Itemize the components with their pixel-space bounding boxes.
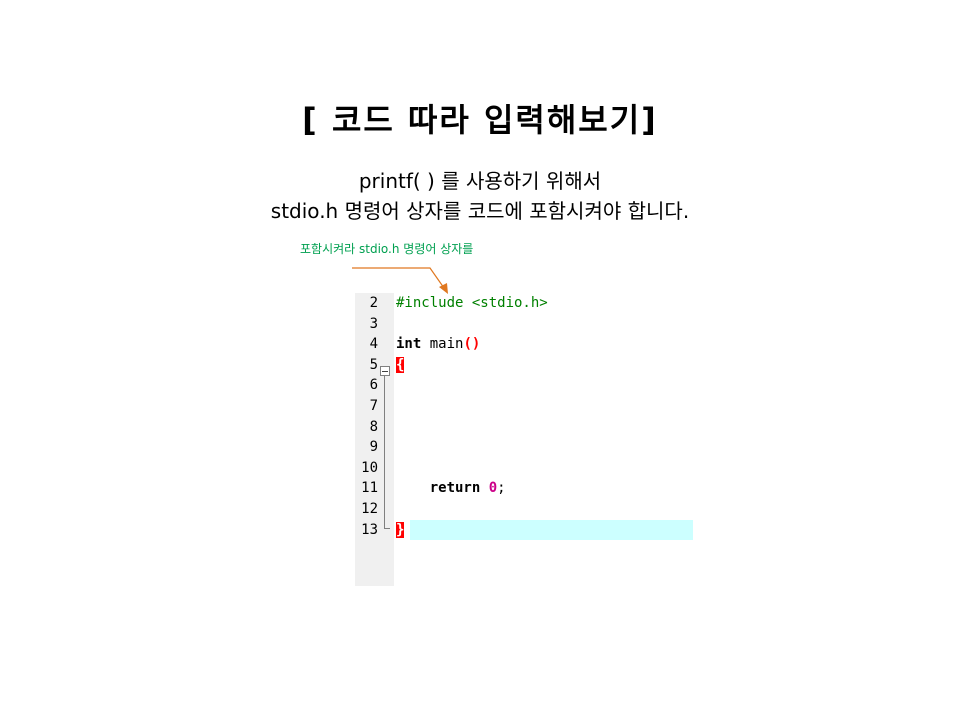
close-brace: } [396,521,405,538]
code-text: return 0; [396,478,506,499]
code-line-4[interactable]: 4 int main() [355,334,693,355]
line-number: 5 [369,356,378,373]
line-number: 4 [369,336,378,353]
code-line-6[interactable]: 6 [355,375,693,396]
line-number: 6 [369,377,378,394]
code-line-8[interactable]: 8 [355,417,693,438]
code-line-13[interactable]: 13 } [355,519,693,541]
line-number: 13 [361,521,378,538]
code-line-5[interactable]: 5 { [355,355,693,376]
function-name: main [421,336,464,353]
semicolon: ; [497,480,506,497]
parentheses: () [463,336,481,353]
fold-guide-end [384,528,390,529]
line-number: 2 [369,295,378,311]
code-editor[interactable]: 2 #include <stdio.h> 3 4 int main() 5 { … [355,293,693,586]
subtitle-line-2: stdio.h 명령어 상자를 코드에 포함시켜야 합니다. [270,199,690,223]
current-line-highlight [410,519,693,541]
code-text: #include <stdio.h> [396,293,548,314]
code-line-2[interactable]: 2 #include <stdio.h> [355,293,693,314]
code-line-12[interactable]: 12 [355,499,693,520]
line-number: 9 [369,439,378,456]
fold-guide-line [384,376,385,528]
annotation-label: 포함시켜라 stdio.h 명령어 상자를 [300,242,474,256]
code-text: int main() [396,334,480,355]
annotation-arrow [352,267,448,294]
open-brace: { [396,356,405,373]
keyword-return: return [429,480,481,497]
code-text: } [396,520,405,541]
slide-title: [ 코드 따라 입력해보기] [302,101,658,139]
line-number: 8 [369,418,378,435]
line-number: 11 [361,480,378,497]
code-line-11[interactable]: 11 return 0; [355,478,693,499]
preprocessor-directive: #include <stdio.h> [396,295,548,311]
code-line-9[interactable]: 9 [355,437,693,458]
code-line-3[interactable]: 3 [355,314,693,335]
subtitle-line-1: printf( ) 를 사용하기 위해서 [358,169,602,193]
number-literal: 0 [488,480,498,497]
line-number: 10 [361,459,378,476]
keyword-int: int [396,336,422,353]
fold-collapse-icon[interactable] [380,366,390,376]
line-number: 7 [369,398,378,414]
line-number: 12 [361,501,378,517]
code-line-7[interactable]: 7 [355,396,693,417]
code-line-10[interactable]: 10 [355,458,693,479]
code-text: { [396,355,405,376]
line-number: 3 [369,315,378,332]
